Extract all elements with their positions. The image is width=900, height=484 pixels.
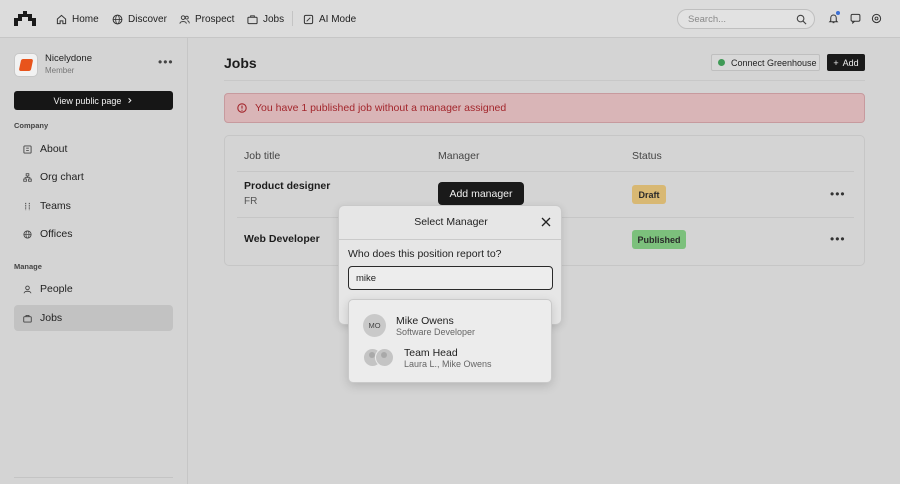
search-placeholder: Search... (688, 14, 727, 25)
chevron-right-icon (128, 97, 132, 104)
modal-title: Select Manager (414, 216, 488, 228)
top-navigation: Home Discover Prospect Jobs AI Mode Sear… (0, 0, 900, 38)
sidebar: Nicelydone Member ••• View public page C… (0, 38, 188, 484)
briefcase-icon (247, 14, 258, 24)
suggestion-subtitle: Laura L., Mike Owens (404, 359, 492, 369)
plus-icon: + (833, 57, 839, 68)
suggestion-name: Mike Owens (396, 315, 454, 327)
org-chart-icon (23, 172, 32, 182)
row-divider (237, 171, 854, 172)
nav-prospect[interactable]: Prospect (179, 12, 234, 26)
globe-icon (112, 14, 123, 24)
search-icon[interactable] (796, 14, 807, 25)
sidebar-item-offices[interactable]: Offices (14, 221, 173, 247)
alert-icon (237, 103, 247, 113)
add-job-button[interactable]: + Add (827, 54, 865, 71)
job-title[interactable]: Product designer (244, 180, 330, 192)
chat-icon[interactable] (850, 13, 861, 24)
sidebar-item-about[interactable]: About (14, 136, 173, 162)
sidebar-item-jobs[interactable]: Jobs (14, 305, 173, 331)
nav-discover[interactable]: Discover (112, 12, 167, 26)
org-name: Nicelydone (45, 53, 92, 64)
alert-text: You have 1 published job without a manag… (255, 102, 507, 114)
page-title: Jobs (224, 55, 257, 71)
company-section-label: Company (14, 121, 49, 130)
column-header-status[interactable]: Status (632, 150, 662, 162)
brand-logo[interactable] (14, 11, 36, 26)
teams-icon (25, 202, 30, 210)
users-icon (179, 14, 190, 24)
greenhouse-icon (718, 59, 725, 66)
nav-home-label: Home (72, 13, 99, 25)
add-manager-button[interactable]: Add manager (438, 182, 524, 205)
nav-discover-label: Discover (128, 13, 167, 25)
connect-greenhouse-label: Connect Greenhouse (731, 57, 817, 68)
status-badge: Published (632, 230, 686, 249)
suggestion-name: Team Head (404, 347, 458, 359)
sidebar-item-jobs-label: Jobs (40, 312, 63, 324)
avatar: MO (363, 314, 386, 337)
sidebar-item-people-label: People (40, 283, 73, 295)
manager-search-input[interactable]: mike (348, 266, 553, 290)
close-icon[interactable] (540, 216, 552, 228)
modal-question: Who does this position report to? (348, 248, 502, 260)
home-icon (56, 14, 67, 24)
ai-icon (303, 14, 314, 24)
add-job-label: Add (842, 57, 859, 68)
nav-jobs[interactable]: Jobs (247, 12, 284, 26)
column-header-manager[interactable]: Manager (438, 150, 479, 162)
building-icon (23, 144, 32, 154)
sidebar-item-people[interactable]: People (14, 276, 173, 302)
sidebar-item-offices-label: Offices (40, 228, 73, 240)
sidebar-item-org-chart-label: Org chart (40, 171, 84, 183)
row-more-icon[interactable]: ••• (830, 232, 846, 246)
more-icon[interactable]: ••• (158, 55, 174, 69)
connect-greenhouse-button[interactable]: Connect Greenhouse (711, 54, 820, 71)
manager-suggestions: MO Mike Owens Software Developer Team He… (348, 299, 552, 383)
nav-prospect-label: Prospect (195, 13, 235, 25)
column-header-job-title[interactable]: Job title (244, 150, 280, 162)
sidebar-item-teams-label: Teams (40, 200, 71, 212)
nav-ai-mode-label: AI Mode (319, 13, 357, 25)
sidebar-item-teams[interactable]: Teams (14, 193, 173, 219)
modal-divider (339, 239, 561, 240)
nav-ai-mode[interactable]: AI Mode (303, 12, 356, 26)
row-more-icon[interactable]: ••• (830, 187, 846, 201)
org-role: Member (45, 66, 75, 75)
nav-jobs-label: Jobs (263, 13, 285, 25)
notification-dot (836, 11, 840, 15)
suggestion-subtitle: Software Developer (396, 327, 476, 337)
sidebar-divider (14, 477, 173, 478)
search-input[interactable]: Search... (677, 9, 815, 29)
job-location: FR (244, 196, 258, 207)
nav-home[interactable]: Home (56, 12, 99, 26)
job-title[interactable]: Web Developer (244, 233, 320, 245)
avatar (375, 348, 394, 367)
warning-alert: You have 1 published job without a manag… (224, 93, 865, 123)
person-icon (23, 285, 32, 293)
sidebar-item-org-chart[interactable]: Org chart (14, 164, 173, 190)
status-badge: Draft (632, 185, 666, 204)
nav-divider (292, 11, 293, 26)
settings-icon[interactable] (871, 13, 882, 24)
manage-section-label: Manage (14, 262, 42, 271)
org-logo[interactable] (14, 53, 38, 77)
globe-icon (23, 229, 32, 239)
header-divider (224, 80, 865, 81)
sidebar-item-about-label: About (40, 143, 68, 155)
view-public-page-label: View public page (53, 95, 122, 106)
briefcase-icon (23, 314, 32, 323)
view-public-page-button[interactable]: View public page (14, 91, 173, 110)
